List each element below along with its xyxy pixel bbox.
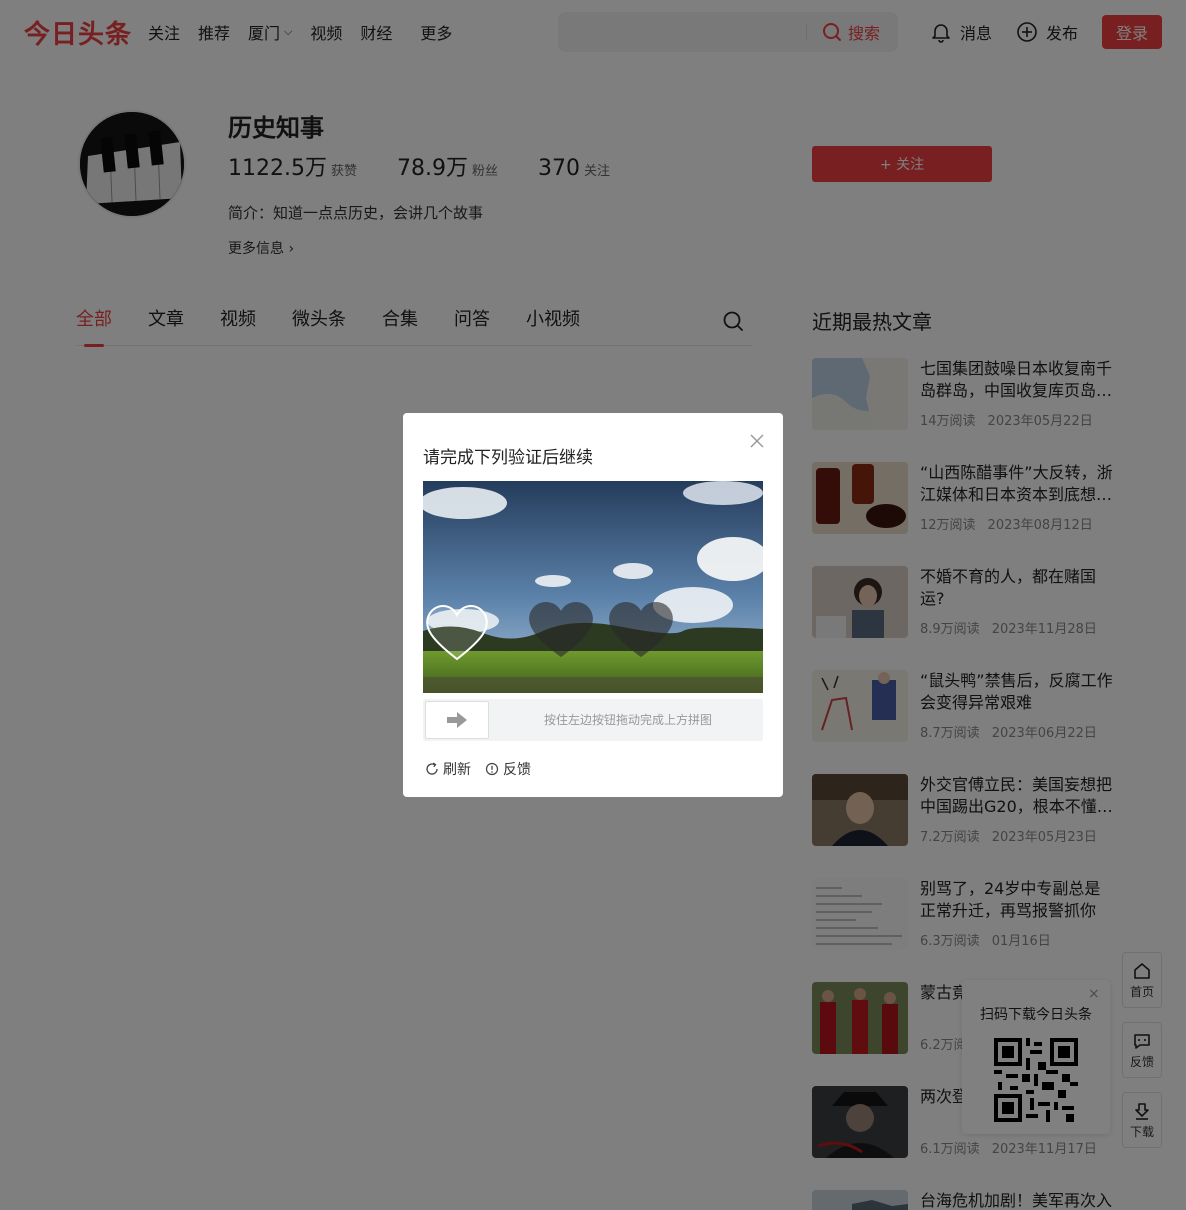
captcha-modal: 请完成下列验证后继续 按住左边按钮拖动完成上方拼图 刷新 反馈 bbox=[403, 413, 783, 797]
captcha-puzzle-image bbox=[423, 481, 763, 693]
qr-close-button[interactable]: × bbox=[1088, 986, 1100, 1002]
slider-hint: 按住左边按钮拖动完成上方拼图 bbox=[543, 713, 712, 727]
refresh-label: 刷新 bbox=[443, 762, 471, 778]
feedback-button[interactable]: 反馈 bbox=[485, 759, 531, 779]
captcha-title: 请完成下列验证后继续 bbox=[423, 448, 593, 468]
info-circle-icon bbox=[485, 762, 499, 776]
close-button[interactable] bbox=[747, 431, 767, 451]
qr-code-image bbox=[994, 1038, 1078, 1122]
captcha-slider-track: 按住左边按钮拖动完成上方拼图 bbox=[423, 699, 763, 741]
feedback-label: 反馈 bbox=[503, 762, 531, 778]
close-icon bbox=[750, 434, 764, 448]
slider-handle[interactable] bbox=[425, 701, 489, 739]
refresh-button[interactable]: 刷新 bbox=[425, 759, 471, 779]
qr-text: 扫码下载今日头条 bbox=[980, 1007, 1092, 1023]
landscape-image bbox=[423, 481, 763, 693]
arrow-right-icon bbox=[447, 712, 467, 728]
qr-download-panel: × 扫码下载今日头条 bbox=[962, 980, 1110, 1134]
captcha-actions: 刷新 反馈 bbox=[425, 759, 545, 779]
refresh-icon bbox=[426, 762, 438, 775]
